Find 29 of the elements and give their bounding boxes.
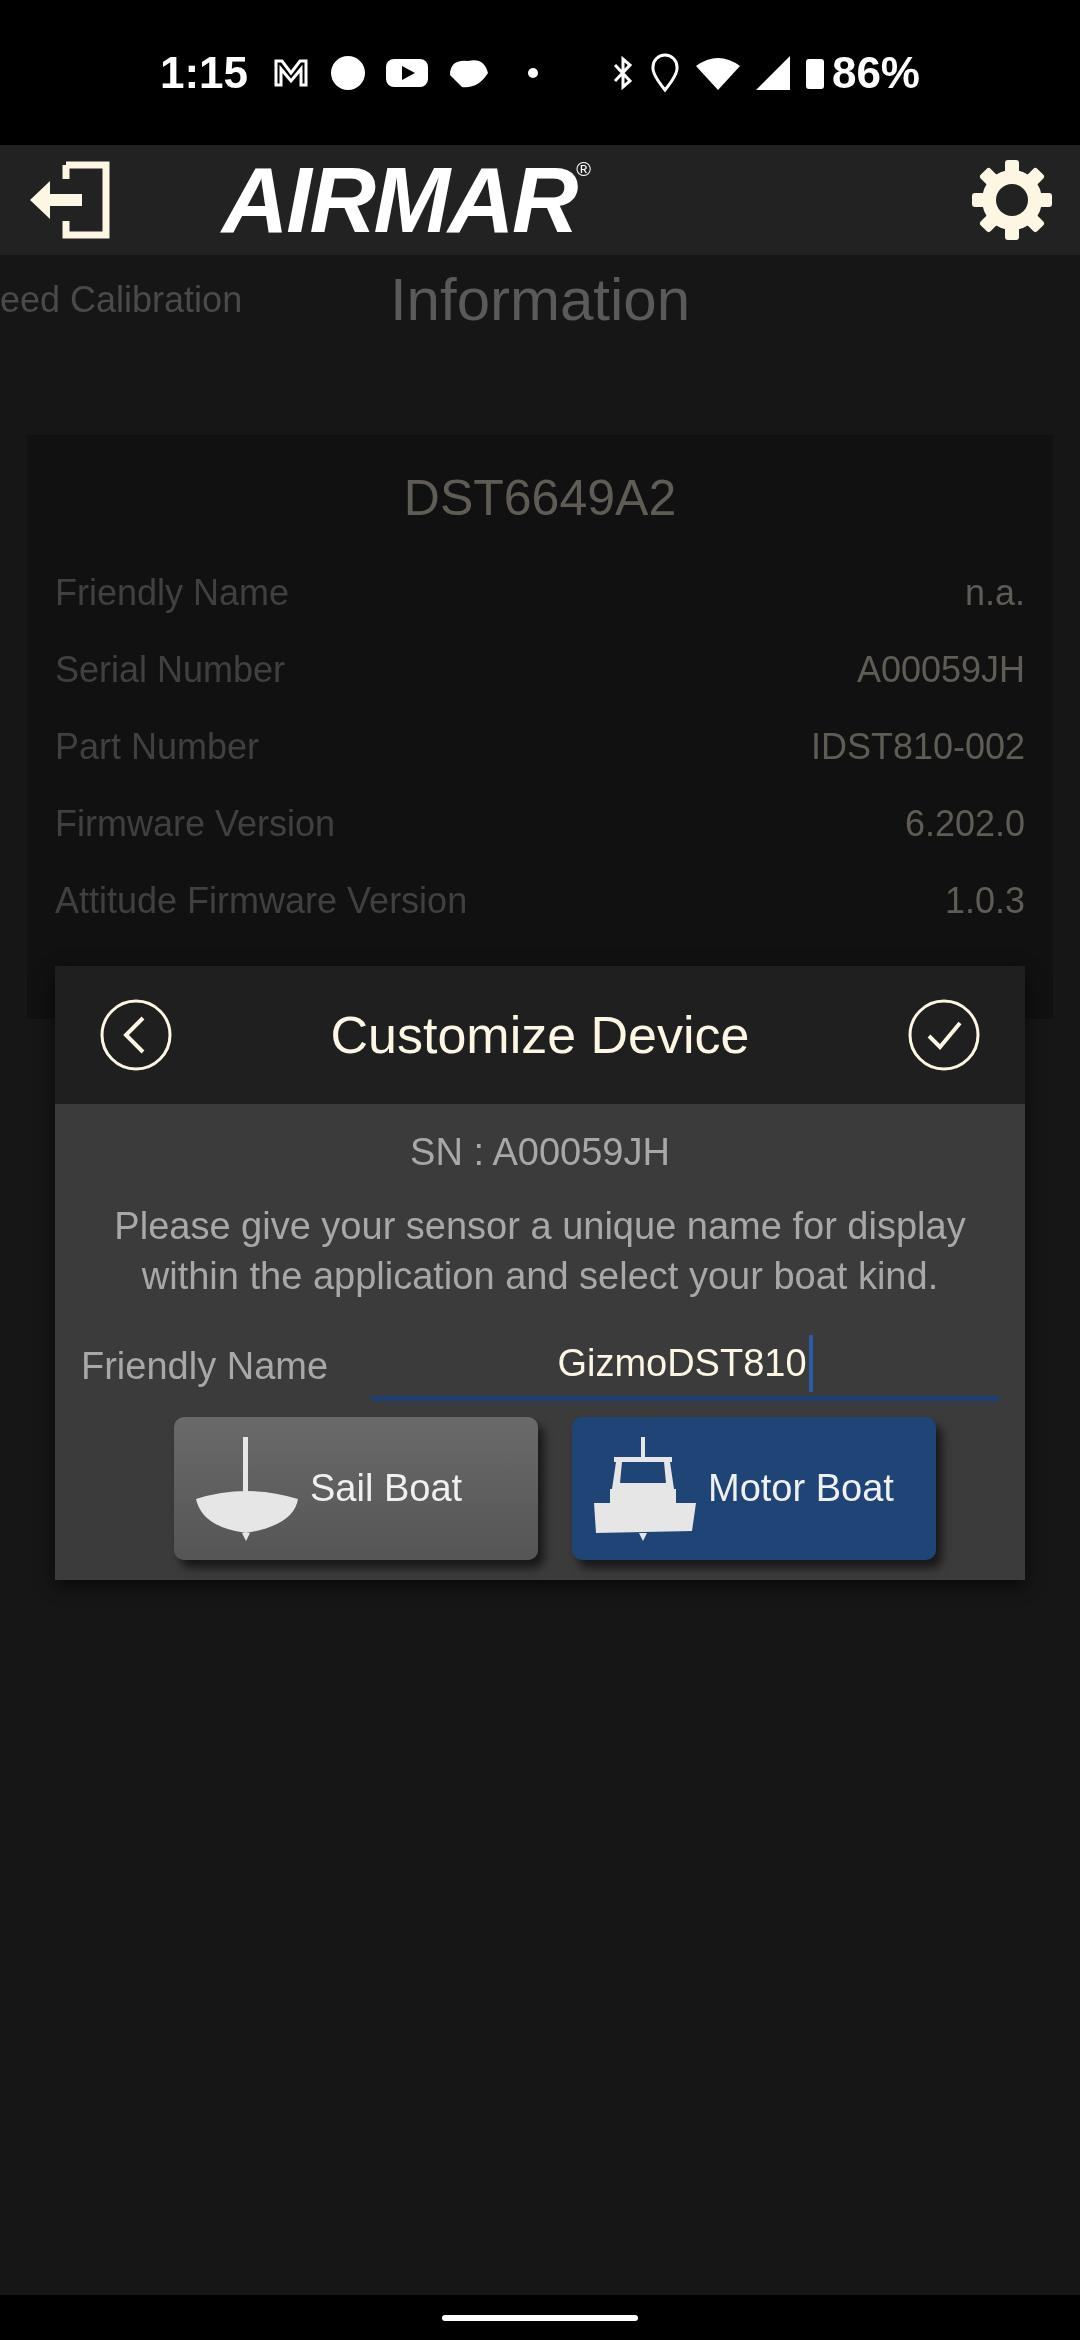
registered-mark: ® [576, 157, 591, 180]
dialog-title: Customize Device [330, 1005, 750, 1066]
signal-icon [755, 55, 790, 90]
instructions-text: Please give your sensor a unique name for display within the application and select your boat kind. [113, 1204, 967, 1299]
info-value: 6.202.0 [904, 801, 1025, 846]
settings-icon[interactable] [970, 158, 1054, 242]
info-value: IDST810-002 [810, 724, 1025, 769]
serial-number: SN : A00059JH [410, 1130, 670, 1175]
field-label: Friendly Name [81, 1343, 330, 1389]
page-title: Information [389, 265, 691, 335]
dot-icon [528, 67, 539, 78]
device-title: DST6649A2 [402, 469, 678, 528]
info-value: n.a. [964, 570, 1025, 615]
info-value: A00059JH [856, 647, 1025, 692]
battery-percent: 86% [831, 46, 920, 99]
wifi-icon [695, 55, 740, 90]
location-icon [649, 52, 680, 93]
friendly-name-field[interactable]: GizmoDST810 [371, 1331, 999, 1401]
circle-icon [330, 54, 367, 91]
status-time: 1:15 [160, 46, 249, 99]
battery-icon [805, 56, 824, 89]
boat-kind-button[interactable]: Motor Boat [572, 1417, 936, 1560]
home-indicator[interactable] [442, 2314, 638, 2321]
confirm-icon[interactable] [907, 998, 981, 1072]
back-icon[interactable] [99, 998, 173, 1072]
boat-kind-button[interactable]: Sail Boat [174, 1417, 538, 1560]
airmar-logo: AIRMAR [222, 154, 577, 246]
info-value: 1.0.3 [944, 878, 1025, 923]
play-icon [386, 58, 429, 87]
